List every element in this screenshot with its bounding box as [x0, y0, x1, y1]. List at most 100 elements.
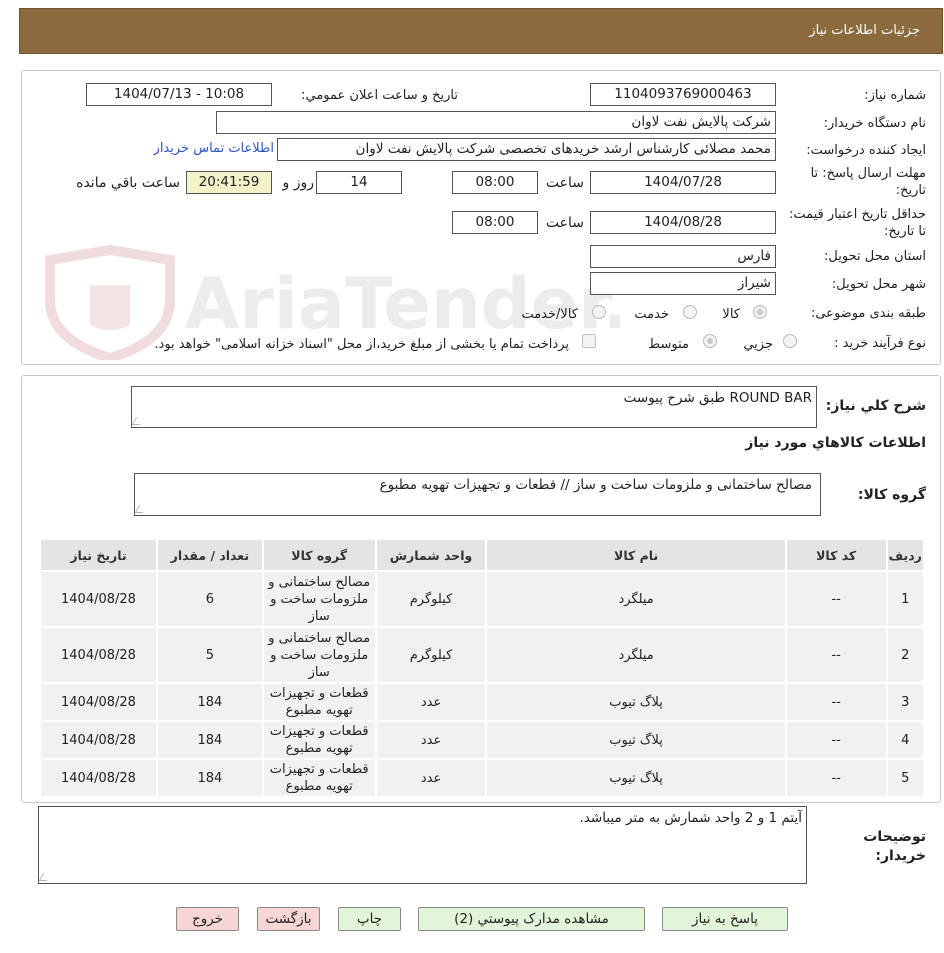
cell-need-date: 1404/08/28	[41, 760, 156, 796]
exit-button[interactable]: خروج	[176, 907, 239, 931]
cell-row-number: 4	[887, 722, 923, 758]
category-radio-goods[interactable]	[753, 305, 767, 319]
cell-row-number: 3	[887, 684, 923, 720]
cell-need-date: 1404/08/28	[41, 722, 156, 758]
table-row: 1 -- میلگرد کیلوگرم مصالح ساختمانی و ملز…	[41, 572, 923, 626]
need-number-field: 1104093769000463	[590, 83, 776, 106]
goods-group-text: مصالح ساختمانی و ملزومات ساخت و ساز // ق…	[379, 477, 812, 493]
general-desc-field: ROUND BAR طبق شرح پیوست	[131, 386, 817, 428]
price-validity-label: حداقل تاریخ اعتبار قیمت: تا تاریخ:	[788, 207, 926, 239]
general-desc-text: ROUND BAR طبق شرح پیوست	[623, 390, 812, 406]
price-time-label: ساعت	[545, 215, 584, 231]
col-header-need-date: تاریخ نیاز	[41, 540, 156, 570]
requester-label: ایجاد کننده درخواست:	[806, 143, 926, 158]
province-field: فارس	[590, 245, 776, 268]
category-option-goods: کالا	[722, 307, 740, 322]
cell-goods-group: قطعات و تجهیزات تهویه مطبوع	[263, 684, 375, 720]
table-row: 3 -- پلاگ تیوب عدد قطعات و تجهیزات تهویه…	[41, 684, 923, 720]
col-header-quantity: تعداد / مقدار	[157, 540, 262, 570]
category-radio-goods-service[interactable]	[592, 305, 606, 319]
process-option-minor: جزیي	[743, 337, 773, 352]
treasury-payment-checkbox[interactable]	[582, 334, 596, 348]
cell-quantity: 5	[157, 628, 262, 682]
buyer-org-label: نام دستگاه خریدار:	[823, 116, 926, 131]
cell-need-date: 1404/08/28	[41, 684, 156, 720]
cell-quantity: 184	[157, 722, 262, 758]
cell-unit: کیلوگرم	[376, 628, 486, 682]
table-row: 4 -- پلاگ تیوب عدد قطعات و تجهیزات تهویه…	[41, 722, 923, 758]
cell-item-code: --	[786, 684, 886, 720]
cell-item-name: میلگرد	[487, 572, 785, 626]
cell-item-code: --	[786, 572, 886, 626]
cell-item-code: --	[786, 628, 886, 682]
buyer-notes-field: آیتم 1 و 2 واحد شمارش به متر میباشد.	[38, 806, 807, 884]
cell-unit: عدد	[376, 722, 486, 758]
print-button[interactable]: چاپ	[338, 907, 401, 931]
city-field: شیراز	[590, 272, 776, 295]
table-row: 2 -- میلگرد کیلوگرم مصالح ساختمانی و ملز…	[41, 628, 923, 682]
cell-need-date: 1404/08/28	[41, 628, 156, 682]
col-header-unit: واحد شمارش	[376, 540, 486, 570]
category-radio-service[interactable]	[683, 305, 697, 319]
goods-group-field: مصالح ساختمانی و ملزومات ساخت و ساز // ق…	[134, 473, 821, 516]
announce-date-label: تاریخ و ساعت اعلان عمومي:	[301, 88, 458, 103]
process-radio-medium[interactable]	[703, 334, 717, 348]
cell-row-number: 5	[887, 760, 923, 796]
cell-quantity: 6	[157, 572, 262, 626]
reply-time-label: ساعت	[545, 175, 584, 191]
cell-goods-group: مصالح ساختمانی و ملزومات ساخت و ساز	[263, 628, 375, 682]
price-validity-time-field: 08:00	[452, 211, 538, 234]
col-header-row-number: ردیف	[887, 540, 923, 570]
reply-deadline-label: مهلت ارسال پاسخ: تا تاریخ:	[810, 166, 926, 198]
col-header-item-name: نام کالا	[487, 540, 785, 570]
cell-item-name: پلاگ تیوب	[487, 760, 785, 796]
resize-handle[interactable]	[131, 417, 145, 425]
category-option-goods-service: کالا/خدمت	[521, 307, 578, 322]
cell-unit: کیلوگرم	[376, 572, 486, 626]
reply-to-need-button[interactable]: پاسخ به نیاز	[662, 907, 788, 931]
col-header-goods-group: گروه کالا	[263, 540, 375, 570]
resize-handle[interactable]	[38, 873, 52, 881]
requester-field: محمد مصلائی کارشناس ارشد خریدهای تخصصی ش…	[277, 138, 776, 161]
cell-unit: عدد	[376, 684, 486, 720]
table-header-row: ردیف کد کالا نام کالا واحد شمارش گروه کا…	[41, 540, 923, 570]
days-remaining-field: 14	[316, 171, 402, 194]
general-desc-label: شرح کلي نیاز:	[825, 398, 926, 414]
treasury-payment-note: پرداخت تمام یا بخشی از مبلغ خرید،از محل …	[154, 337, 569, 352]
process-radio-minor[interactable]	[783, 334, 797, 348]
category-option-service: خدمت	[634, 307, 669, 322]
cell-goods-group: مصالح ساختمانی و ملزومات ساخت و ساز	[263, 572, 375, 626]
cell-item-name: پلاگ تیوب	[487, 684, 785, 720]
announce-date-field: 1404/07/13 - 10:08	[86, 83, 272, 106]
cell-item-name: پلاگ تیوب	[487, 722, 785, 758]
cell-item-code: --	[786, 722, 886, 758]
cell-unit: عدد	[376, 760, 486, 796]
goods-info-heading: اطلاعات کالاهاي مورد نیاز	[745, 435, 926, 451]
resize-handle[interactable]	[134, 505, 148, 513]
page-header: جزئیات اطلاعات نیاز	[19, 8, 943, 54]
buyer-notes-label: توضیحات خریدار:	[863, 829, 926, 864]
province-label: استان محل تحویل:	[824, 249, 926, 264]
buyer-org-field: شرکت پالایش نفت لاوان	[216, 111, 776, 134]
cell-row-number: 2	[887, 628, 923, 682]
days-label: روز و	[282, 175, 315, 191]
goods-group-label: گروه کالا:	[857, 487, 926, 503]
process-type-label: نوع فرآیند خرید :	[834, 336, 926, 351]
cell-item-name: میلگرد	[487, 628, 785, 682]
reply-time-field: 08:00	[452, 171, 538, 194]
cell-row-number: 1	[887, 572, 923, 626]
buyer-contact-link[interactable]: اطلاعات تماس خریدار	[154, 141, 274, 156]
remaining-label: ساعت باقي مانده	[76, 175, 180, 191]
process-option-medium: متوسط	[648, 337, 689, 352]
cell-need-date: 1404/08/28	[41, 572, 156, 626]
cell-quantity: 184	[157, 760, 262, 796]
countdown-timer: 20:41:59	[186, 171, 272, 194]
category-label: طبقه بندی موضوعی:	[810, 306, 926, 321]
cell-item-code: --	[786, 760, 886, 796]
page-title: جزئیات اطلاعات نیاز	[809, 23, 920, 38]
col-header-item-code: کد کالا	[786, 540, 886, 570]
cell-goods-group: قطعات و تجهیزات تهویه مطبوع	[263, 760, 375, 796]
back-button[interactable]: بازگشت	[257, 907, 320, 931]
view-attachments-button[interactable]: مشاهده مدارک پیوستي (2)	[418, 907, 645, 931]
cell-quantity: 184	[157, 684, 262, 720]
